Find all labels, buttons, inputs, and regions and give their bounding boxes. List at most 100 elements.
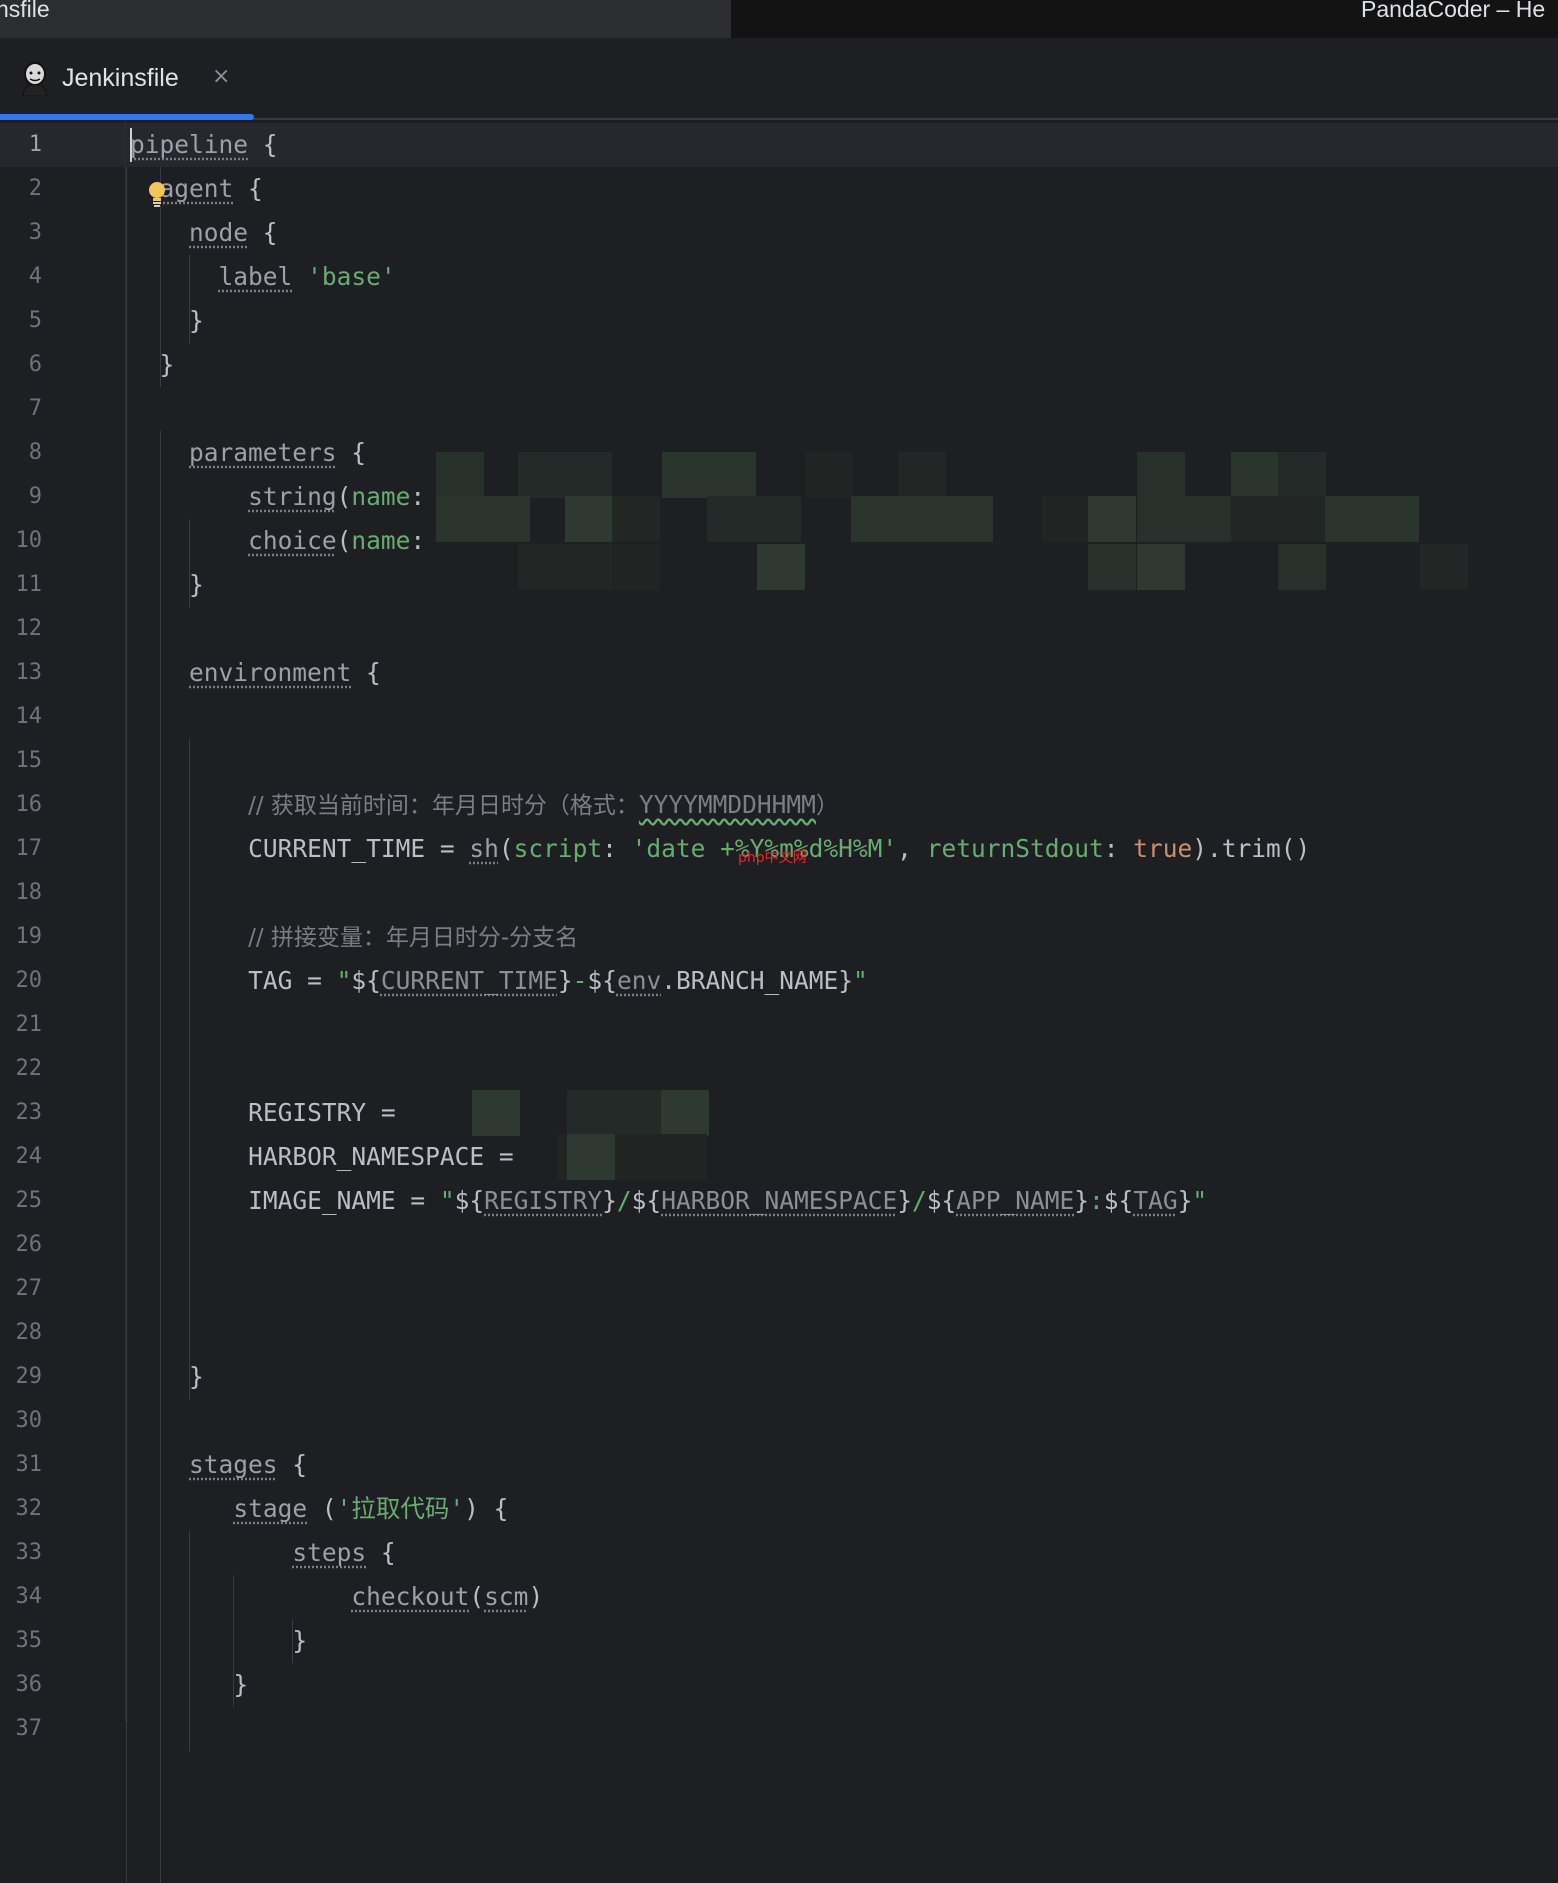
code-line[interactable]: // 拼接变量：年月日时分-分支名 <box>248 915 578 960</box>
line-number[interactable]: 28 <box>0 1311 43 1355</box>
line-number[interactable]: 37 <box>0 1707 43 1751</box>
mosaic-block <box>612 544 660 590</box>
line-number[interactable]: 12 <box>0 607 43 651</box>
code-line[interactable]: choice(name: <box>248 519 425 563</box>
mosaic-block <box>1278 452 1326 498</box>
code-line[interactable]: TAG = "${CURRENT_TIME}-${env.BRANCH_NAME… <box>248 959 868 1003</box>
tab-label: Jenkinsfile <box>62 64 179 92</box>
code-line[interactable]: agent { <box>160 167 263 211</box>
line-number[interactable]: 3 <box>0 211 42 255</box>
line-number[interactable]: 17 <box>0 827 43 871</box>
line-number[interactable]: 23 <box>0 1091 43 1135</box>
code-editor[interactable]: 1 pipeline { 2 agent { 3 node { 4 label 'base' 5… <box>0 120 1558 1883</box>
code-token: parameters <box>189 438 337 467</box>
line-number[interactable]: 29 <box>0 1355 43 1399</box>
line-number[interactable]: 14 <box>0 695 43 739</box>
mosaic-block <box>567 1134 615 1180</box>
jenkins-icon <box>22 62 48 96</box>
code-token: HARBOR_NAMESPACE <box>661 1186 898 1215</box>
code-line[interactable]: checkout(scm) <box>351 1575 543 1619</box>
code-token: } <box>1177 1186 1193 1215</box>
line-number[interactable]: 10 <box>0 519 43 563</box>
code-token: ( <box>498 834 514 863</box>
line-number[interactable]: 4 <box>0 255 42 299</box>
line-number[interactable]: 24 <box>0 1135 43 1179</box>
mosaic-block <box>518 452 612 498</box>
mosaic-block <box>1325 496 1419 542</box>
line-number[interactable]: 7 <box>0 387 42 431</box>
code-token: true <box>1133 834 1193 863</box>
code-token: steps <box>292 1538 367 1567</box>
mosaic-block <box>1088 544 1136 590</box>
line-number[interactable]: 9 <box>0 475 42 519</box>
code-line[interactable]: } <box>189 299 204 343</box>
code-line[interactable]: HARBOR_NAMESPACE = <box>248 1135 528 1179</box>
mosaic-block <box>851 496 993 542</box>
code-token: stage <box>233 1494 308 1523</box>
line-number[interactable]: 25 <box>0 1179 43 1223</box>
code-line[interactable]: parameters { <box>189 431 366 475</box>
code-token: ${ <box>1103 1186 1134 1215</box>
code-line[interactable]: label 'base' <box>219 255 396 299</box>
line-number[interactable]: 16 <box>0 783 43 827</box>
line-number[interactable]: 20 <box>0 959 43 1003</box>
code-line[interactable]: } <box>160 343 175 387</box>
line-number[interactable]: 26 <box>0 1223 43 1267</box>
code-token: ) { <box>464 1494 509 1523</box>
code-line[interactable]: string(name: <box>248 475 425 519</box>
code-line[interactable]: IMAGE_NAME = "${REGISTRY}/${HARBOR_NAMES… <box>248 1179 1207 1223</box>
code-line[interactable]: stage ('拉取代码') { <box>233 1487 508 1531</box>
line-number[interactable]: 36 <box>0 1663 43 1707</box>
code-token: : <box>602 834 632 863</box>
indent-guide <box>292 1619 294 1663</box>
code-line[interactable]: } <box>233 1663 248 1707</box>
code-line[interactable]: stages { <box>189 1443 307 1487</box>
code-token: } <box>292 1626 308 1655</box>
code-token: ( <box>307 1494 337 1523</box>
line-number[interactable]: 35 <box>0 1619 43 1663</box>
line-number[interactable]: 5 <box>0 299 42 343</box>
line-number[interactable]: 30 <box>0 1399 43 1443</box>
line-number[interactable]: 31 <box>0 1443 43 1487</box>
lightbulb-icon[interactable] <box>148 181 166 209</box>
line-number[interactable]: 33 <box>0 1531 43 1575</box>
code-line[interactable]: } <box>292 1619 307 1663</box>
code-line[interactable]: environment { <box>189 651 381 695</box>
code-token: : <box>410 526 426 555</box>
line-number[interactable]: 18 <box>0 871 43 915</box>
close-icon[interactable]: × <box>212 64 230 89</box>
code-line[interactable]: // 获取当前时间：年月日时分（格式：YYYYMMDDHHMM） <box>248 783 839 828</box>
line-number[interactable]: 15 <box>0 739 43 783</box>
code-line[interactable]: REGISTRY = <box>248 1091 410 1135</box>
window-title-left: nsfile <box>0 0 50 22</box>
code-token: YYYYMMDDHHMM <box>638 790 816 819</box>
line-number[interactable]: 6 <box>0 343 42 387</box>
line-number[interactable]: 21 <box>0 1003 43 1047</box>
line-number[interactable]: 27 <box>0 1267 43 1311</box>
code-token: REGISTRY = <box>248 1098 411 1127</box>
code-token: ( <box>469 1582 485 1611</box>
code-token: ( <box>336 482 352 511</box>
tab-jenkinsfile[interactable]: Jenkinsfile × <box>0 38 254 120</box>
line-number[interactable]: 2 <box>0 167 42 211</box>
line-number[interactable]: 11 <box>0 563 43 607</box>
line-number[interactable]: 1 <box>0 123 42 167</box>
code-token: checkout <box>351 1582 470 1611</box>
code-token: // 获取当前时间：年月日时分（格式： <box>248 793 639 819</box>
code-token: : <box>410 482 426 511</box>
code-token: name <box>351 526 411 555</box>
line-number[interactable]: 8 <box>0 431 42 475</box>
code-line[interactable]: node { <box>189 211 278 255</box>
code-token: " <box>852 966 868 995</box>
code-token: TAG = <box>248 966 337 995</box>
code-line[interactable]: pipeline { <box>130 123 278 167</box>
code-line[interactable]: } <box>189 1355 204 1399</box>
code-line[interactable]: steps { <box>292 1531 395 1575</box>
line-number[interactable]: 34 <box>0 1575 43 1619</box>
line-number[interactable]: 22 <box>0 1047 43 1091</box>
code-line[interactable]: } <box>189 563 204 607</box>
code-token: / <box>911 1186 927 1215</box>
line-number[interactable]: 32 <box>0 1487 43 1531</box>
line-number[interactable]: 13 <box>0 651 43 695</box>
line-number[interactable]: 19 <box>0 915 43 959</box>
